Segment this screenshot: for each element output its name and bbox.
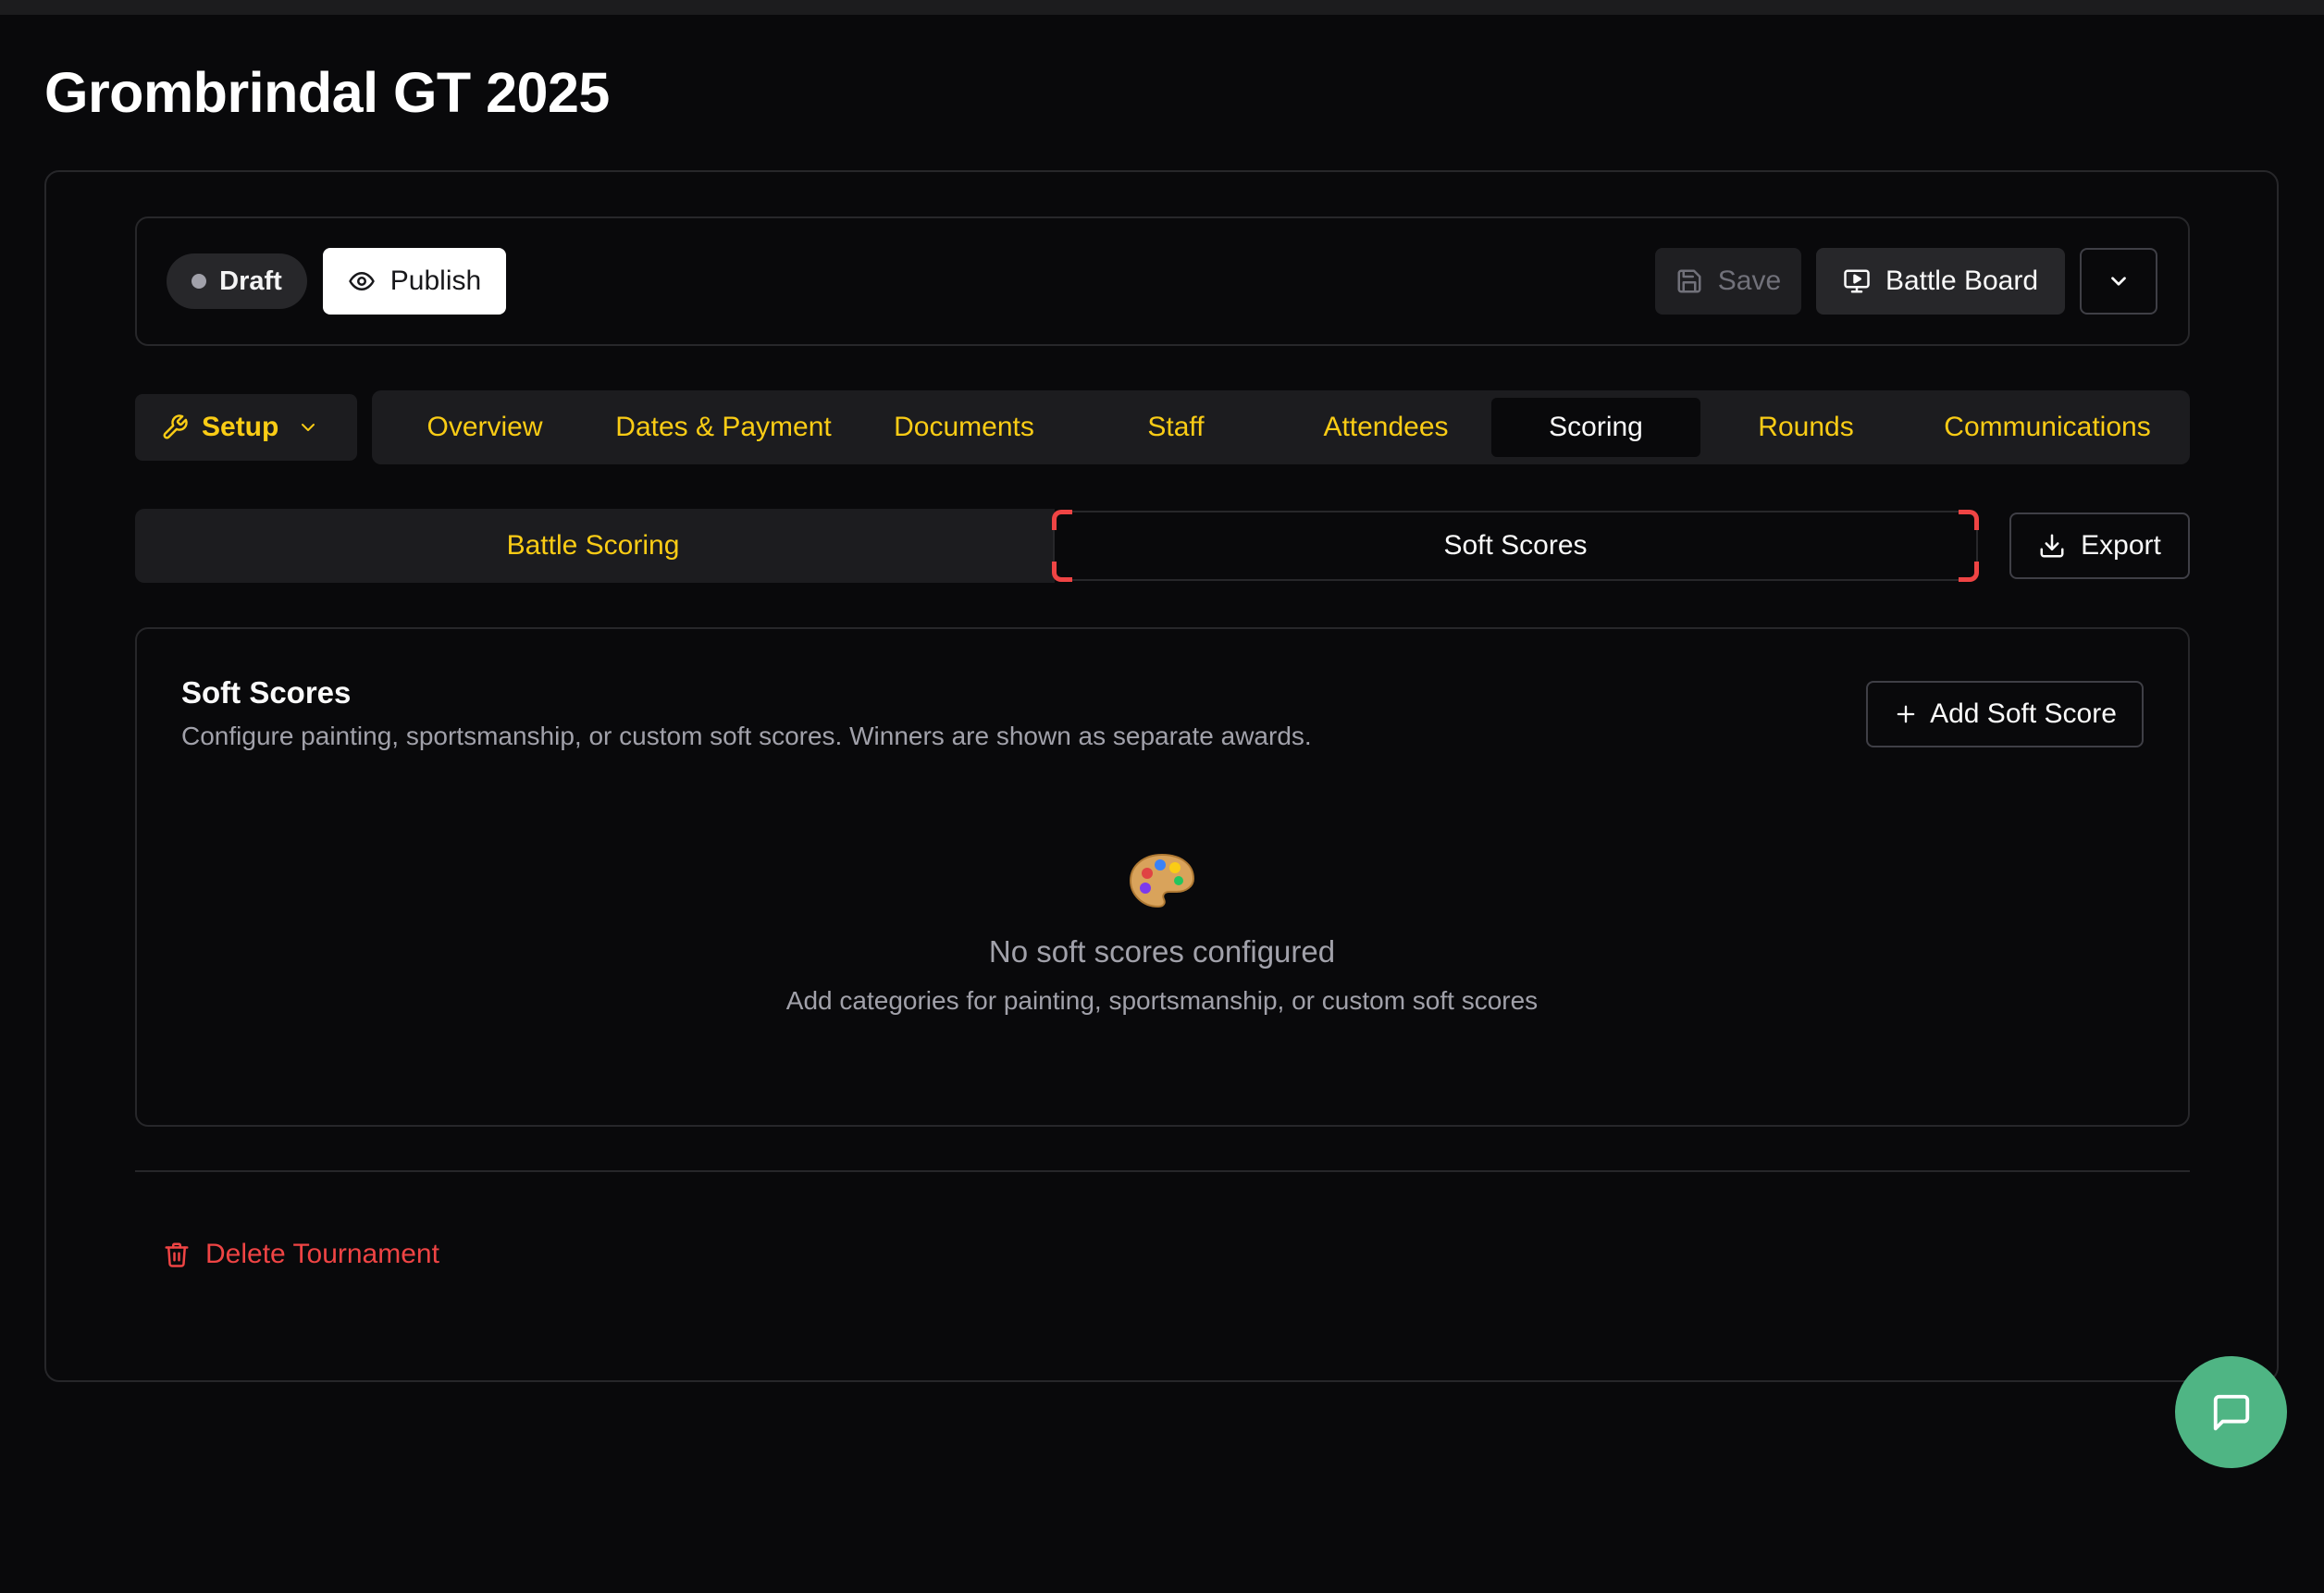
add-soft-score-button[interactable]: Add Soft Score: [1866, 681, 2144, 747]
subtab-battle-scoring[interactable]: Battle Scoring: [135, 509, 1051, 583]
battle-board-label: Battle Board: [1885, 266, 2039, 296]
card-title: Soft Scores: [181, 675, 352, 710]
eye-icon: [348, 267, 376, 295]
save-label: Save: [1717, 266, 1782, 296]
empty-state-title: No soft scores configured: [988, 934, 1336, 969]
publish-label: Publish: [389, 266, 482, 296]
card-description: Configure painting, sportsmanship, or cu…: [181, 722, 1312, 750]
status-dot-icon: [192, 274, 207, 289]
download-icon: [2038, 532, 2066, 560]
page-title: Grombrindal GT 2025: [44, 61, 610, 124]
empty-state-description: Add categories for painting, sportsmansh…: [785, 986, 1539, 1015]
highlight-corner: [1959, 562, 1979, 582]
tab-documents[interactable]: Documents: [857, 398, 1071, 457]
save-button[interactable]: Save: [1655, 248, 1801, 315]
chevron-down-icon: [2107, 269, 2131, 293]
tab-attendees[interactable]: Attendees: [1280, 398, 1491, 457]
section-divider: [135, 1170, 2190, 1172]
save-icon: [1675, 267, 1703, 295]
chevron-down-icon: [297, 416, 319, 438]
tab-overview[interactable]: Overview: [379, 398, 590, 457]
highlight-corner: [1959, 510, 1979, 530]
tab-communications[interactable]: Communications: [1911, 398, 2183, 457]
wrench-icon: [161, 414, 189, 441]
more-options-button[interactable]: [2080, 248, 2157, 315]
tab-dates-payment[interactable]: Dates & Payment: [590, 398, 857, 457]
tab-scoring[interactable]: Scoring: [1491, 398, 1700, 457]
setup-label: Setup: [202, 412, 279, 442]
publish-button[interactable]: Publish: [323, 248, 506, 315]
top-strip: [0, 0, 2324, 15]
trash-icon: [163, 1240, 191, 1269]
export-button[interactable]: Export: [2009, 512, 2190, 579]
tab-staff[interactable]: Staff: [1071, 398, 1280, 457]
subtab-soft-scores[interactable]: Soft Scores: [1053, 511, 1978, 581]
delete-tournament-button[interactable]: Delete Tournament: [163, 1236, 439, 1273]
chat-button[interactable]: [2175, 1356, 2287, 1468]
highlight-corner: [1052, 562, 1072, 582]
delete-tournament-label: Delete Tournament: [205, 1239, 439, 1269]
tab-rounds[interactable]: Rounds: [1700, 398, 1911, 457]
add-soft-score-label: Add Soft Score: [1930, 698, 2117, 729]
plus-icon: [1893, 701, 1919, 727]
setup-dropdown[interactable]: Setup: [135, 394, 357, 461]
palette-icon: [1127, 851, 1197, 912]
monitor-icon: [1843, 267, 1871, 295]
chat-icon: [2210, 1391, 2253, 1434]
draft-label: Draft: [219, 266, 282, 296]
battle-board-button[interactable]: Battle Board: [1816, 248, 2065, 315]
export-label: Export: [2081, 530, 2161, 561]
draft-status-badge: Draft: [167, 253, 307, 309]
highlight-corner: [1052, 510, 1072, 530]
